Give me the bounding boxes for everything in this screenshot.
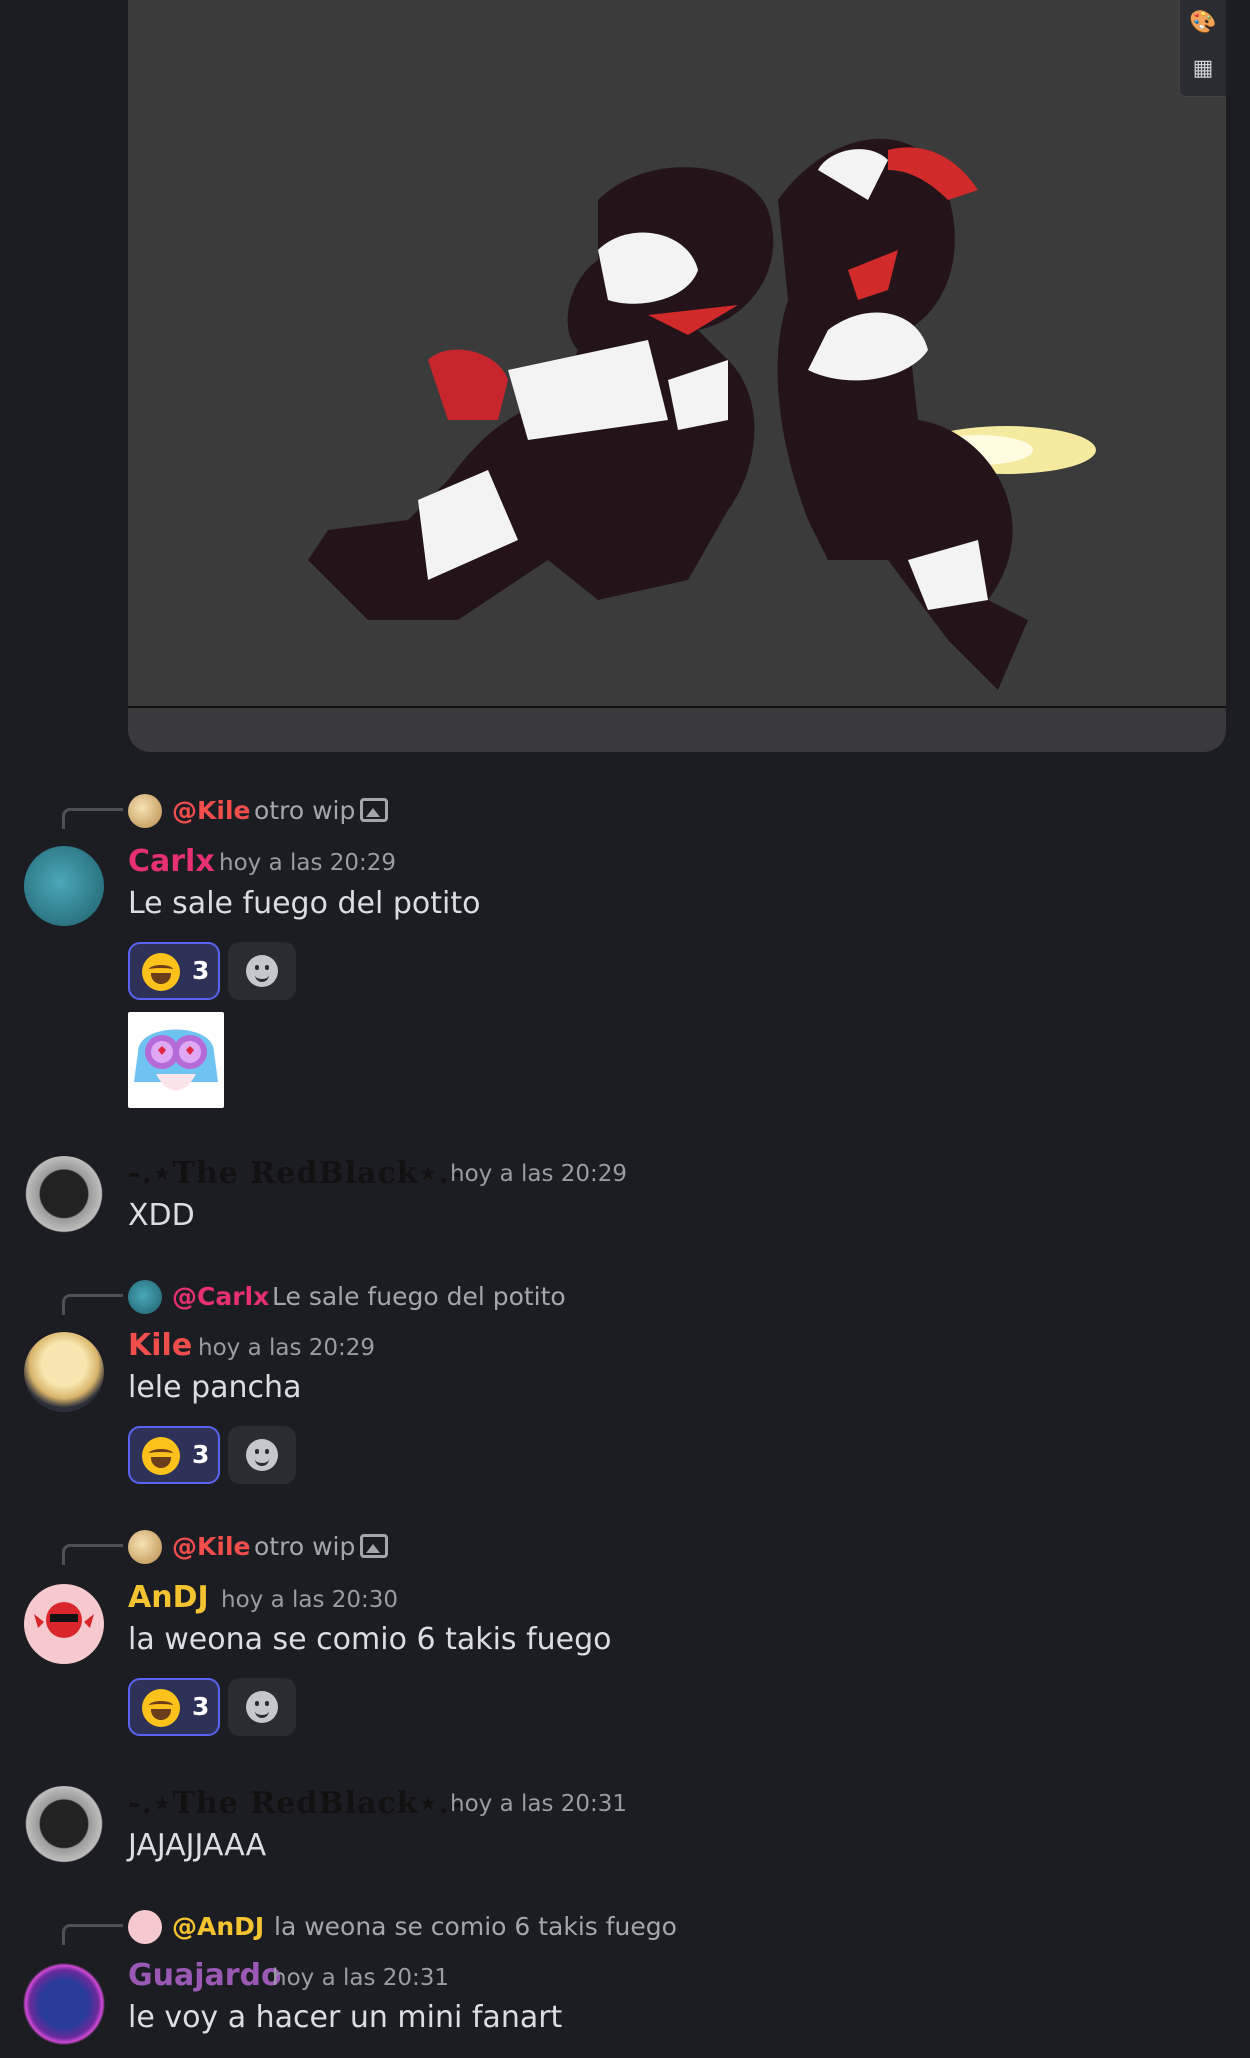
message-content: lele pancha — [128, 1370, 302, 1405]
message-content: JAJAJJAAA — [128, 1828, 267, 1863]
reaction-laughing[interactable]: 3 — [128, 1426, 220, 1484]
message-content: Le sale fuego del potito — [128, 886, 481, 921]
reply-connector — [62, 1924, 123, 1945]
message-content: le voy a hacer un mini fanart — [128, 2000, 563, 2035]
reply-preview[interactable]: la weona se comio 6 takis fuego — [274, 1912, 677, 1941]
avatar[interactable] — [22, 1786, 106, 1870]
attachment-toolbar: 🎨 ▦ — [1179, 0, 1226, 97]
smiley-icon — [246, 955, 278, 987]
image-icon — [360, 798, 388, 822]
author-name[interactable]: Carlx — [128, 844, 215, 879]
reaction-laughing[interactable]: 3 — [128, 1678, 220, 1736]
reaction-count: 3 — [192, 1692, 210, 1721]
reply-connector — [62, 1544, 123, 1565]
avatar-image — [34, 1602, 94, 1638]
reply-avatar[interactable] — [128, 1910, 162, 1944]
sticker-image — [134, 1029, 218, 1091]
artwork-illustration — [308, 138, 1096, 690]
attachment-artwork[interactable] — [128, 0, 1226, 708]
reaction-count: 3 — [192, 956, 210, 985]
timestamp: hoy a las 20:31 — [272, 1965, 450, 1991]
grid-icon[interactable]: ▦ — [1180, 46, 1226, 92]
laughing-emoji-icon — [142, 953, 180, 991]
reply-avatar[interactable] — [128, 1280, 162, 1314]
reply-avatar[interactable] — [128, 1530, 162, 1564]
reply-preview[interactable]: otro wip — [254, 1532, 355, 1561]
author-name[interactable]: AnDJ — [128, 1580, 209, 1615]
sticker[interactable] — [128, 1012, 224, 1108]
author-name[interactable]: -.⋆The RedBlack⋆.- — [128, 1156, 463, 1191]
add-reaction-button[interactable] — [228, 1426, 296, 1484]
timestamp: hoy a las 20:30 — [221, 1587, 399, 1613]
timestamp: hoy a las 20:29 — [219, 850, 397, 876]
message-content: la weona se comio 6 takis fuego — [128, 1622, 612, 1657]
avatar[interactable] — [20, 1960, 108, 2048]
timestamp: hoy a las 20:29 — [198, 1335, 376, 1361]
reply-mention[interactable]: @Kile — [172, 796, 250, 825]
message-content: XDD — [128, 1198, 195, 1233]
smiley-icon — [246, 1691, 278, 1723]
reply-mention[interactable]: @AnDJ — [172, 1912, 264, 1941]
author-name[interactable]: Kile — [128, 1328, 192, 1363]
add-reaction-button[interactable] — [228, 942, 296, 1000]
reply-preview[interactable]: Le sale fuego del potito — [272, 1282, 566, 1311]
smiley-icon — [246, 1439, 278, 1471]
avatar[interactable] — [24, 846, 104, 926]
avatar[interactable] — [22, 1156, 106, 1240]
reply-preview[interactable]: otro wip — [254, 796, 355, 825]
reply-connector — [62, 1294, 123, 1315]
reaction-laughing[interactable]: 3 — [128, 942, 220, 1000]
reply-mention[interactable]: @Kile — [172, 1532, 250, 1561]
reply-mention[interactable]: @Carlx — [172, 1282, 269, 1311]
author-name[interactable]: Guajardo — [128, 1958, 282, 1993]
avatar[interactable] — [24, 1584, 104, 1664]
reaction-count: 3 — [192, 1440, 210, 1469]
author-name[interactable]: -.⋆The RedBlack⋆.- — [128, 1786, 463, 1821]
reply-connector — [62, 808, 123, 829]
timestamp: hoy a las 20:31 — [450, 1791, 628, 1817]
reply-avatar[interactable] — [128, 794, 162, 828]
palette-icon[interactable]: 🎨 — [1180, 0, 1226, 46]
laughing-emoji-icon — [142, 1689, 180, 1727]
image-icon — [360, 1534, 388, 1558]
timestamp: hoy a las 20:29 — [450, 1161, 628, 1187]
image-attachment[interactable]: 🎨 ▦ — [128, 0, 1226, 752]
avatar[interactable] — [24, 1332, 104, 1412]
add-reaction-button[interactable] — [228, 1678, 296, 1736]
laughing-emoji-icon — [142, 1437, 180, 1475]
